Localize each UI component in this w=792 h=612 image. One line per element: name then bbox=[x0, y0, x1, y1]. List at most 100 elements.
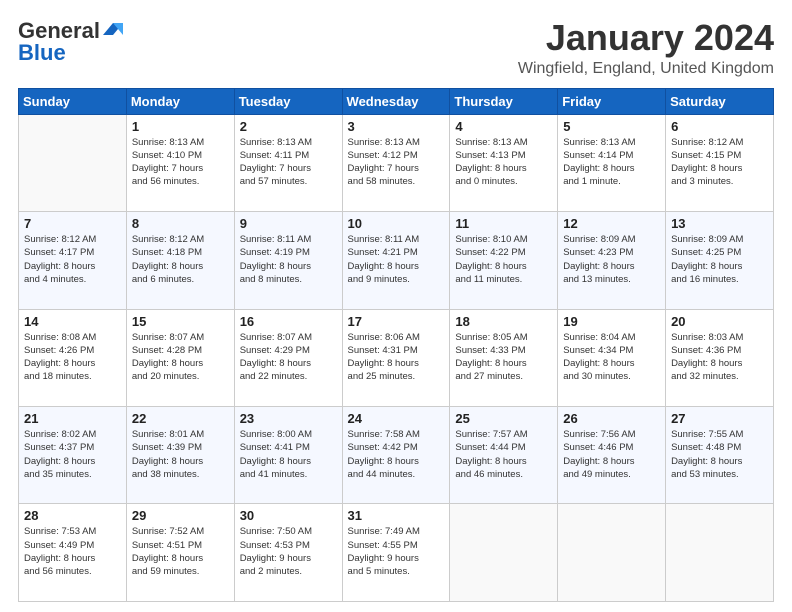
day-info: Sunrise: 8:13 AMSunset: 4:11 PMDaylight:… bbox=[240, 136, 337, 189]
day-number: 23 bbox=[240, 411, 337, 426]
calendar-cell: 28Sunrise: 7:53 AMSunset: 4:49 PMDayligh… bbox=[19, 504, 127, 602]
day-info: Sunrise: 8:08 AMSunset: 4:26 PMDaylight:… bbox=[24, 331, 121, 384]
day-number: 31 bbox=[348, 508, 445, 523]
calendar-cell: 1 Sunrise: 8:13 AMSunset: 4:10 PMDaylight… bbox=[126, 114, 234, 211]
calendar-cell: 10Sunrise: 8:11 AMSunset: 4:21 PMDayligh… bbox=[342, 212, 450, 309]
day-info: Sunrise: 8:02 AMSunset: 4:37 PMDaylight:… bbox=[24, 428, 121, 481]
calendar-cell: 21 Sunrise: 8:02 AMSunset: 4:37 PMDayligh… bbox=[19, 407, 127, 504]
calendar-cell: 7 Sunrise: 8:12 AMSunset: 4:17 PMDaylight… bbox=[19, 212, 127, 309]
calendar-cell: 17 Sunrise: 8:06 AMSunset: 4:31 PMDayligh… bbox=[342, 309, 450, 406]
weekday-header-thursday: Thursday bbox=[450, 88, 558, 114]
day-info: Sunrise: 8:12 AMSunset: 4:15 PMDaylight:… bbox=[671, 136, 768, 189]
day-number: 26 bbox=[563, 411, 660, 426]
calendar-cell: 24 Sunrise: 7:58 AMSunset: 4:42 PMDayligh… bbox=[342, 407, 450, 504]
day-number: 7 bbox=[24, 216, 121, 231]
calendar-cell: 27 Sunrise: 7:55 AMSunset: 4:48 PMDayligh… bbox=[666, 407, 774, 504]
day-info: Sunrise: 7:52 AMSunset: 4:51 PMDaylight:… bbox=[132, 525, 229, 578]
calendar-cell: 3 Sunrise: 8:13 AMSunset: 4:12 PMDaylight… bbox=[342, 114, 450, 211]
day-info: Sunrise: 7:57 AMSunset: 4:44 PMDaylight:… bbox=[455, 428, 552, 481]
calendar-table: SundayMondayTuesdayWednesdayThursdayFrid… bbox=[18, 88, 774, 602]
calendar-cell: 11 Sunrise: 8:10 AMSunset: 4:22 PMDayligh… bbox=[450, 212, 558, 309]
day-number: 8 bbox=[132, 216, 229, 231]
calendar-cell: 2 Sunrise: 8:13 AMSunset: 4:11 PMDaylight… bbox=[234, 114, 342, 211]
day-info: Sunrise: 7:49 AMSunset: 4:55 PMDaylight:… bbox=[348, 525, 445, 578]
day-number: 10 bbox=[348, 216, 445, 231]
day-info: Sunrise: 7:55 AMSunset: 4:48 PMDaylight:… bbox=[671, 428, 768, 481]
day-number: 1 bbox=[132, 119, 229, 134]
calendar-cell: 6 Sunrise: 8:12 AMSunset: 4:15 PMDaylight… bbox=[666, 114, 774, 211]
day-info: Sunrise: 8:06 AMSunset: 4:31 PMDaylight:… bbox=[348, 331, 445, 384]
week-row-3: 14 Sunrise: 8:08 AMSunset: 4:26 PMDayligh… bbox=[19, 309, 774, 406]
weekday-header-saturday: Saturday bbox=[666, 88, 774, 114]
day-info: Sunrise: 8:13 AMSunset: 4:10 PMDaylight:… bbox=[132, 136, 229, 189]
calendar-cell: 31 Sunrise: 7:49 AMSunset: 4:55 PMDayligh… bbox=[342, 504, 450, 602]
day-info: Sunrise: 8:13 AMSunset: 4:13 PMDaylight:… bbox=[455, 136, 552, 189]
day-number: 16 bbox=[240, 314, 337, 329]
week-row-5: 28Sunrise: 7:53 AMSunset: 4:49 PMDayligh… bbox=[19, 504, 774, 602]
day-info: Sunrise: 7:58 AMSunset: 4:42 PMDaylight:… bbox=[348, 428, 445, 481]
calendar-cell: 14 Sunrise: 8:08 AMSunset: 4:26 PMDayligh… bbox=[19, 309, 127, 406]
calendar-cell: 25 Sunrise: 7:57 AMSunset: 4:44 PMDayligh… bbox=[450, 407, 558, 504]
calendar-cell: 18Sunrise: 8:05 AMSunset: 4:33 PMDayligh… bbox=[450, 309, 558, 406]
day-number: 27 bbox=[671, 411, 768, 426]
day-info: Sunrise: 8:04 AMSunset: 4:34 PMDaylight:… bbox=[563, 331, 660, 384]
day-number: 25 bbox=[455, 411, 552, 426]
logo-icon bbox=[103, 19, 125, 41]
day-number: 13 bbox=[671, 216, 768, 231]
calendar-cell: 9Sunrise: 8:11 AMSunset: 4:19 PMDaylight… bbox=[234, 212, 342, 309]
day-number: 17 bbox=[348, 314, 445, 329]
title-block: January 2024 Wingfield, England, United … bbox=[518, 18, 774, 78]
calendar-cell: 5Sunrise: 8:13 AMSunset: 4:14 PMDaylight… bbox=[558, 114, 666, 211]
day-number: 6 bbox=[671, 119, 768, 134]
week-row-2: 7 Sunrise: 8:12 AMSunset: 4:17 PMDaylight… bbox=[19, 212, 774, 309]
calendar-cell: 16 Sunrise: 8:07 AMSunset: 4:29 PMDayligh… bbox=[234, 309, 342, 406]
logo: General Blue bbox=[18, 18, 125, 66]
day-info: Sunrise: 7:50 AMSunset: 4:53 PMDaylight:… bbox=[240, 525, 337, 578]
day-info: Sunrise: 8:07 AMSunset: 4:29 PMDaylight:… bbox=[240, 331, 337, 384]
day-number: 5 bbox=[563, 119, 660, 134]
day-number: 11 bbox=[455, 216, 552, 231]
day-number: 19 bbox=[563, 314, 660, 329]
day-info: Sunrise: 8:10 AMSunset: 4:22 PMDaylight:… bbox=[455, 233, 552, 286]
day-number: 21 bbox=[24, 411, 121, 426]
day-info: Sunrise: 8:12 AMSunset: 4:17 PMDaylight:… bbox=[24, 233, 121, 286]
calendar-cell: 29Sunrise: 7:52 AMSunset: 4:51 PMDayligh… bbox=[126, 504, 234, 602]
day-info: Sunrise: 8:07 AMSunset: 4:28 PMDaylight:… bbox=[132, 331, 229, 384]
calendar-cell: 26Sunrise: 7:56 AMSunset: 4:46 PMDayligh… bbox=[558, 407, 666, 504]
header: General Blue January 2024 Wingfield, Eng… bbox=[18, 18, 774, 78]
day-info: Sunrise: 7:53 AMSunset: 4:49 PMDaylight:… bbox=[24, 525, 121, 578]
day-number: 12 bbox=[563, 216, 660, 231]
day-info: Sunrise: 8:09 AMSunset: 4:23 PMDaylight:… bbox=[563, 233, 660, 286]
calendar-cell: 19 Sunrise: 8:04 AMSunset: 4:34 PMDayligh… bbox=[558, 309, 666, 406]
calendar-cell: 13Sunrise: 8:09 AMSunset: 4:25 PMDayligh… bbox=[666, 212, 774, 309]
day-info: Sunrise: 8:13 AMSunset: 4:12 PMDaylight:… bbox=[348, 136, 445, 189]
weekday-header-row: SundayMondayTuesdayWednesdayThursdayFrid… bbox=[19, 88, 774, 114]
day-number: 14 bbox=[24, 314, 121, 329]
day-info: Sunrise: 8:00 AMSunset: 4:41 PMDaylight:… bbox=[240, 428, 337, 481]
calendar-cell bbox=[666, 504, 774, 602]
calendar-cell bbox=[19, 114, 127, 211]
calendar-cell: 30 Sunrise: 7:50 AMSunset: 4:53 PMDayligh… bbox=[234, 504, 342, 602]
day-number: 24 bbox=[348, 411, 445, 426]
week-row-4: 21 Sunrise: 8:02 AMSunset: 4:37 PMDayligh… bbox=[19, 407, 774, 504]
weekday-header-monday: Monday bbox=[126, 88, 234, 114]
day-number: 22 bbox=[132, 411, 229, 426]
weekday-header-sunday: Sunday bbox=[19, 88, 127, 114]
calendar-cell: 20 Sunrise: 8:03 AMSunset: 4:36 PMDayligh… bbox=[666, 309, 774, 406]
calendar-cell: 22 Sunrise: 8:01 AMSunset: 4:39 PMDayligh… bbox=[126, 407, 234, 504]
calendar-cell bbox=[450, 504, 558, 602]
calendar-cell: 15Sunrise: 8:07 AMSunset: 4:28 PMDayligh… bbox=[126, 309, 234, 406]
day-info: Sunrise: 8:01 AMSunset: 4:39 PMDaylight:… bbox=[132, 428, 229, 481]
day-number: 18 bbox=[455, 314, 552, 329]
day-number: 30 bbox=[240, 508, 337, 523]
day-info: Sunrise: 8:03 AMSunset: 4:36 PMDaylight:… bbox=[671, 331, 768, 384]
day-number: 20 bbox=[671, 314, 768, 329]
weekday-header-friday: Friday bbox=[558, 88, 666, 114]
week-row-1: 1 Sunrise: 8:13 AMSunset: 4:10 PMDaylight… bbox=[19, 114, 774, 211]
day-number: 3 bbox=[348, 119, 445, 134]
day-number: 2 bbox=[240, 119, 337, 134]
location: Wingfield, England, United Kingdom bbox=[518, 60, 774, 78]
calendar-cell: 4Sunrise: 8:13 AMSunset: 4:13 PMDaylight… bbox=[450, 114, 558, 211]
calendar-cell bbox=[558, 504, 666, 602]
day-number: 9 bbox=[240, 216, 337, 231]
